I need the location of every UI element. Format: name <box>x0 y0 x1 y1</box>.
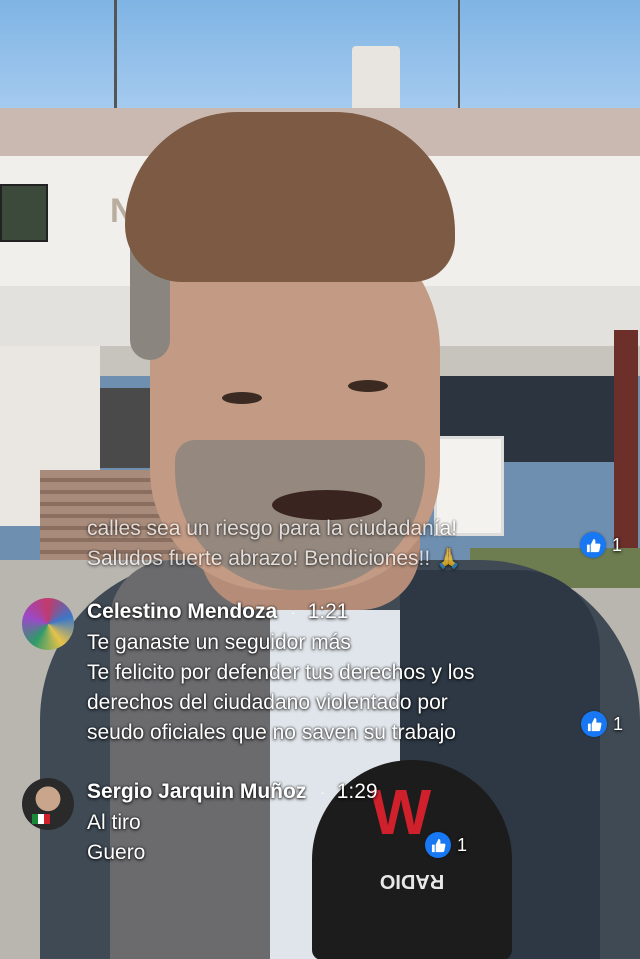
comment-header: Celestino Mendoza · 1:21 <box>87 598 348 626</box>
like-count: 1 <box>612 534 623 555</box>
mexico-flag-icon <box>32 814 50 824</box>
like-count-badge[interactable]: 1 <box>580 532 622 558</box>
praying-hands-emoji: 🙏 <box>436 548 461 570</box>
live-comments-overlay: calles sea un riesgo para la ciudadanía!… <box>0 0 640 959</box>
separator-dot: · <box>320 784 325 801</box>
comment-body: Te ganaste un seguidor más Te felicito p… <box>87 628 587 748</box>
profile-photo-avatar-icon[interactable] <box>22 778 74 830</box>
comment-item: Celestino Mendoza · 1:21 Te ganaste un s… <box>22 598 612 758</box>
comment-line: Guero <box>87 841 146 864</box>
comment-author[interactable]: Celestino Mendoza <box>87 600 277 623</box>
thumbs-up-icon <box>580 532 606 558</box>
comment-line: Te felicito por defender tus derechos y … <box>87 661 475 684</box>
comment-line: Te ganaste un seguidor más <box>87 631 351 654</box>
comment-line: seudo oficiales que no saven su trabajo <box>87 721 456 744</box>
like-count-badge[interactable]: 1 <box>581 711 623 737</box>
comment-line: Saludos fuerte abrazo! Bendiciones!! 🙏 <box>87 544 587 574</box>
comment-author[interactable]: Sergio Jarquin Muñoz <box>87 780 306 803</box>
thumbs-up-icon <box>425 832 451 858</box>
comment-line: Al tiro <box>87 811 141 834</box>
comment-line-text: Saludos fuerte abrazo! Bendiciones!! <box>87 547 431 570</box>
comment-header: Sergio Jarquin Muñoz · 1:29 <box>87 778 378 806</box>
separator-dot: · <box>291 604 296 621</box>
like-count-badge[interactable]: 1 <box>425 832 467 858</box>
like-count: 1 <box>457 834 468 855</box>
comment-timestamp[interactable]: 1:21 <box>308 600 349 623</box>
like-count: 1 <box>613 713 624 734</box>
comment-line: calles sea un riesgo para la ciudadanía! <box>87 517 458 540</box>
comment-body: Al tiro Guero <box>87 808 587 868</box>
comment-item: Sergio Jarquin Muñoz · 1:29 Al tiro Guer… <box>22 778 612 878</box>
comment-line: derechos del ciudadano violentado por <box>87 691 448 714</box>
comment-timestamp[interactable]: 1:29 <box>337 780 378 803</box>
mosaic-avatar-icon[interactable] <box>22 598 74 650</box>
thumbs-up-icon <box>581 711 607 737</box>
comment-partial: calles sea un riesgo para la ciudadanía!… <box>87 514 587 574</box>
